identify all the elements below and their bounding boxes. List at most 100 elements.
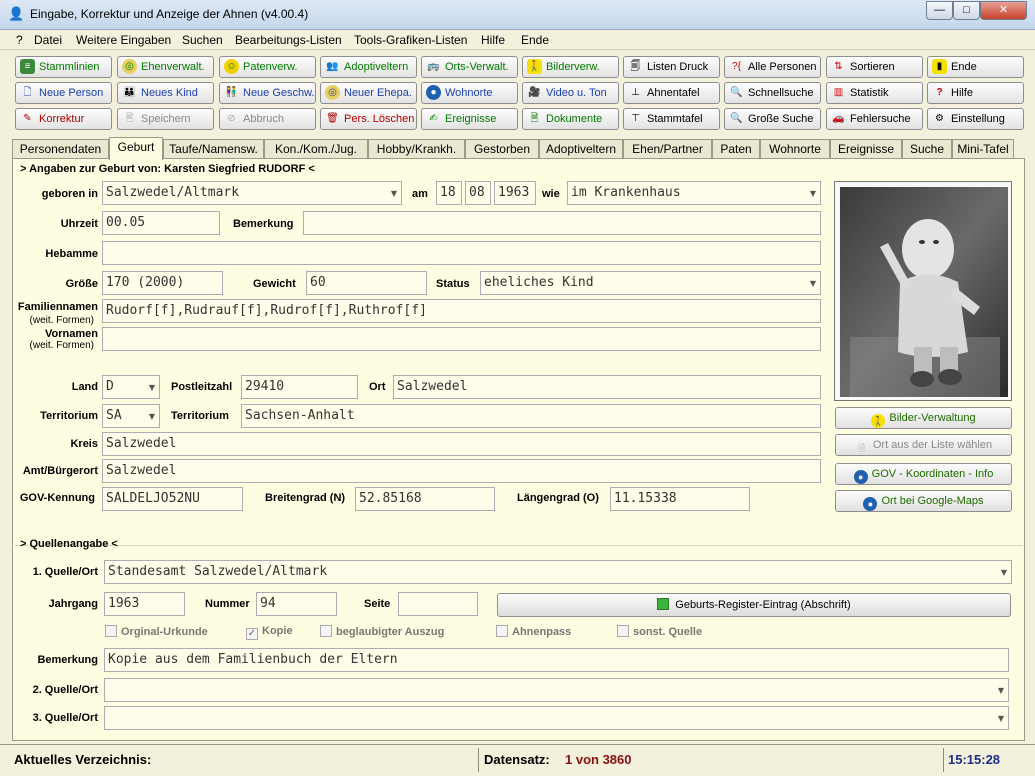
- menu-tools-grafiken-listen[interactable]: Tools-Grafiken-Listen: [354, 33, 467, 47]
- korrektur-button[interactable]: ✎ Korrektur: [15, 108, 112, 130]
- ende-button[interactable]: ▮ Ende: [927, 56, 1024, 78]
- chevron-down-icon[interactable]: ▼: [998, 714, 1004, 723]
- wie-combo[interactable]: im Krankenhaus ▼: [567, 181, 821, 205]
- chevron-down-icon[interactable]: ▼: [149, 412, 155, 421]
- groesse-field[interactable]: 170 (2000): [102, 271, 223, 295]
- chevron-down-icon[interactable]: ▼: [810, 279, 816, 288]
- hebamme-field[interactable]: [102, 241, 821, 265]
- breitengrad-field[interactable]: 52.85168: [355, 487, 495, 511]
- ehenverwaltung-button[interactable]: ◎ Ehenverwalt.: [117, 56, 214, 78]
- beglaubigter-auszug-checkbox[interactable]: beglaubigter Auszug: [320, 625, 444, 638]
- jahrgang-field[interactable]: 1963: [104, 592, 185, 616]
- tab-suche[interactable]: Suche: [902, 139, 952, 159]
- menu-hilfe[interactable]: Hilfe: [481, 33, 505, 47]
- gewicht-field[interactable]: 60: [306, 271, 427, 295]
- ahnentafel-button[interactable]: ⊥ Ahnentafel: [623, 82, 720, 104]
- tab-hobby[interactable]: Hobby/Krankh.: [368, 139, 465, 159]
- maximize-button[interactable]: □: [953, 1, 980, 20]
- einstellung-button[interactable]: ⚙ Einstellung: [927, 108, 1024, 130]
- tab-wohnorte[interactable]: Wohnorte: [760, 139, 830, 159]
- chevron-down-icon[interactable]: ▼: [149, 383, 155, 392]
- listen-druck-button[interactable]: 🗐 Listen Druck: [623, 56, 720, 78]
- ereignisse-button[interactable]: ✍ Ereignisse: [421, 108, 518, 130]
- fehlersuche-button[interactable]: 🚗 Fehlersuche: [826, 108, 923, 130]
- familiennamen-field[interactable]: Rudorf[f],Rudrauf[f],Rudrof[f],Ruthrof[f…: [102, 299, 821, 323]
- status-combo[interactable]: eheliches Kind ▼: [480, 271, 821, 295]
- stammlinien-button[interactable]: ≡ Stammlinien: [15, 56, 112, 78]
- geburts-register-button[interactable]: Geburts-Register-Eintrag (Abschrift): [497, 593, 1011, 617]
- kreis-field[interactable]: Salzwedel: [102, 432, 821, 456]
- postleitzahl-field[interactable]: 29410: [241, 375, 358, 399]
- gov-koordinaten-info-button[interactable]: ● GOV - Koordinaten - Info: [835, 463, 1012, 485]
- statistik-button[interactable]: ▥ Statistik: [826, 82, 923, 104]
- hilfe-button[interactable]: ? Hilfe: [927, 82, 1024, 104]
- tab-paten[interactable]: Paten: [712, 139, 760, 159]
- neue-geschwister-button[interactable]: 👫 Neue Geschw.: [219, 82, 316, 104]
- kopie-checkbox[interactable]: ✓ Kopie: [246, 625, 293, 640]
- quelle3-combo[interactable]: ▼: [104, 706, 1009, 730]
- chevron-down-icon[interactable]: ▼: [810, 189, 816, 198]
- uhrzeit-field[interactable]: 00.05: [102, 211, 220, 235]
- patenverwaltung-button[interactable]: ☺ Patenverw.: [219, 56, 316, 78]
- chevron-down-icon[interactable]: ▼: [998, 686, 1004, 695]
- neuer-ehepartner-button[interactable]: ◎ Neuer Ehepa.: [320, 82, 417, 104]
- birth-year-field[interactable]: 1963: [494, 181, 536, 205]
- close-button[interactable]: ✕: [980, 1, 1027, 20]
- menu-suchen[interactable]: Suchen: [182, 33, 223, 47]
- abbruch-button[interactable]: ⊘ Abbruch: [219, 108, 316, 130]
- tab-ehen-partner[interactable]: Ehen/Partner: [623, 139, 712, 159]
- orts-verwaltung-button[interactable]: 🚌 Orts-Verwalt.: [421, 56, 518, 78]
- tab-mini-tafel[interactable]: Mini-Tafel: [952, 139, 1014, 159]
- minimize-button[interactable]: —: [926, 1, 953, 20]
- source-bemerkung-field[interactable]: Kopie aus dem Familienbuch der Eltern: [104, 648, 1009, 672]
- tab-personendaten[interactable]: Personendaten: [12, 139, 109, 159]
- vornamen-field[interactable]: [102, 327, 821, 351]
- menu-help-question[interactable]: ?: [16, 33, 23, 47]
- land-combo[interactable]: D ▼: [102, 375, 160, 399]
- bilderverwaltung-button[interactable]: 🚶 Bilderverw.: [522, 56, 619, 78]
- nummer-field[interactable]: 94: [256, 592, 337, 616]
- tab-geburt[interactable]: Geburt: [109, 137, 163, 160]
- ahnenpass-checkbox[interactable]: Ahnenpass: [496, 625, 571, 638]
- chevron-down-icon[interactable]: ▼: [391, 189, 397, 198]
- neues-kind-button[interactable]: 👪 Neues Kind: [117, 82, 214, 104]
- tab-ereignisse[interactable]: Ereignisse: [830, 139, 902, 159]
- adoptiveltern-button[interactable]: 👥 Adoptiveltern: [320, 56, 417, 78]
- person-loeschen-button[interactable]: 🗑 Pers. Löschen: [320, 108, 417, 130]
- tab-konfirmation[interactable]: Kon./Kom./Jug.: [264, 139, 368, 159]
- ort-aus-liste-button[interactable]: 🗎 Ort aus der Liste wählen: [835, 434, 1012, 456]
- amt-buergerort-field[interactable]: Salzwedel: [102, 459, 821, 483]
- alle-personen-button[interactable]: ?{Alle Personen: [724, 56, 821, 78]
- ort-field[interactable]: Salzwedel: [393, 375, 821, 399]
- chevron-down-icon[interactable]: ▼: [1001, 568, 1007, 577]
- gov-kennung-field[interactable]: SALDELJO52NU: [102, 487, 243, 511]
- sonstige-quelle-checkbox[interactable]: sonst. Quelle: [617, 625, 702, 638]
- person-photo[interactable]: [834, 181, 1012, 401]
- quelle2-combo[interactable]: ▼: [104, 678, 1009, 702]
- territorium-field[interactable]: Sachsen-Anhalt: [241, 404, 821, 428]
- tab-taufe[interactable]: Taufe/Namensw.: [163, 139, 264, 159]
- menu-bearbeitungs-listen[interactable]: Bearbeitungs-Listen: [235, 33, 342, 47]
- bilder-verwaltung-button[interactable]: 🚶 Bilder-Verwaltung: [835, 407, 1012, 429]
- territorium-code-combo[interactable]: SA ▼: [102, 404, 160, 428]
- bemerkung-field[interactable]: [303, 211, 821, 235]
- laengengrad-field[interactable]: 11.15338: [610, 487, 750, 511]
- wohnorte-button[interactable]: ● Wohnorte: [421, 82, 518, 104]
- grosse-suche-button[interactable]: 🔍 Große Suche: [724, 108, 821, 130]
- sortieren-button[interactable]: ⇅ Sortieren: [826, 56, 923, 78]
- dokumente-button[interactable]: 🗎 Dokumente: [522, 108, 619, 130]
- quelle1-combo[interactable]: Standesamt Salzwedel/Altmark ▼: [104, 560, 1012, 584]
- seite-field[interactable]: [398, 592, 478, 616]
- schnellsuche-button[interactable]: 🔍 Schnellsuche: [724, 82, 821, 104]
- birth-month-field[interactable]: 08: [465, 181, 491, 205]
- menu-weitere-eingaben[interactable]: Weitere Eingaben: [76, 33, 171, 47]
- google-maps-button[interactable]: ● Ort bei Google-Maps: [835, 490, 1012, 512]
- original-urkunde-checkbox[interactable]: Orginal-Urkunde: [105, 625, 208, 638]
- menu-ende[interactable]: Ende: [521, 33, 549, 47]
- tab-gestorben[interactable]: Gestorben: [465, 139, 539, 159]
- birth-day-field[interactable]: 18: [436, 181, 462, 205]
- tab-adoptiveltern[interactable]: Adoptiveltern: [539, 139, 623, 159]
- neue-person-button[interactable]: 🗋 Neue Person: [15, 82, 112, 104]
- stammtafel-button[interactable]: ⊤ Stammtafel: [623, 108, 720, 130]
- geboren-in-combo[interactable]: Salzwedel/Altmark ▼: [102, 181, 402, 205]
